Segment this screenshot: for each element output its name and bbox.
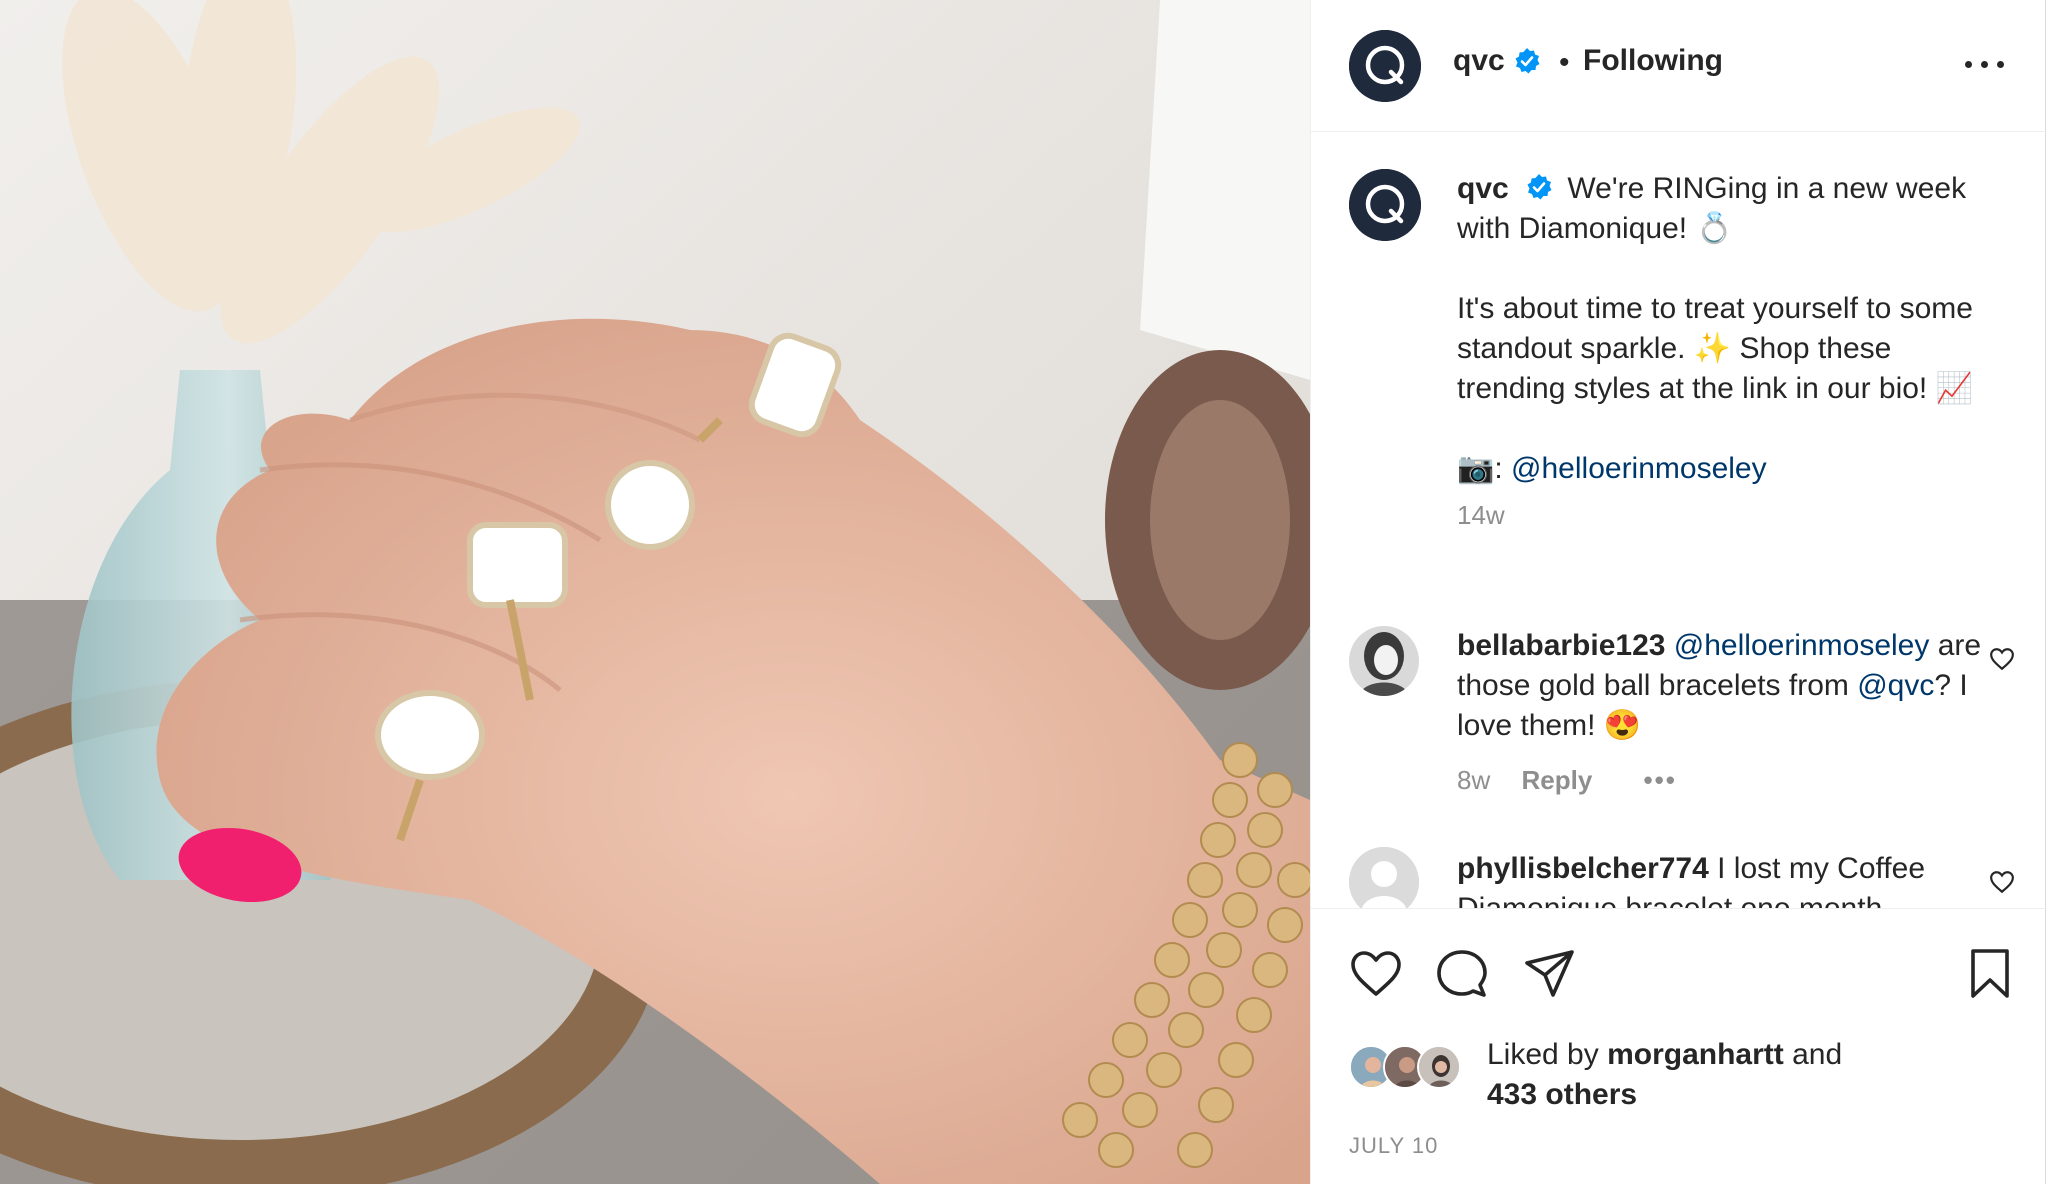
camera-emoji: 📷 <box>1457 452 1495 485</box>
comment-more-icon[interactable]: ••• <box>1644 765 1677 795</box>
likes-others-count[interactable]: 433 others <box>1487 1078 1637 1111</box>
qvc-avatar[interactable] <box>1349 30 1421 102</box>
chart-emoji: 📈 <box>1935 372 1973 405</box>
comment-meta: 8w Reply ••• <box>1457 760 1997 800</box>
caption-username[interactable]: qvc <box>1457 172 1509 205</box>
more-options-icon[interactable] <box>1963 48 2007 78</box>
header-username-text[interactable]: qvc <box>1453 44 1505 78</box>
comments-section[interactable]: qvc We're RINGing in a new week with Dia… <box>1311 133 2047 908</box>
post-actions: Liked by morganhartt and 433 others JULY… <box>1311 908 2047 1184</box>
post-photo[interactable] <box>0 0 1310 1184</box>
header-username[interactable]: qvc <box>1453 44 1541 78</box>
liker-avatars[interactable] <box>1349 1045 1479 1089</box>
liked-by-connector: and <box>1792 1038 1843 1071</box>
caption-time[interactable]: 14w <box>1457 500 1505 530</box>
comment-text-1: I lost my Coffee <box>1717 852 1926 885</box>
comment-like-heart-icon[interactable] <box>1989 646 2015 672</box>
caption-avatar[interactable] <box>1349 169 1421 241</box>
likes-summary: Liked by morganhartt and 433 others <box>1349 1035 2009 1119</box>
likes-text: Liked by morganhartt and 433 others <box>1487 1035 1842 1115</box>
liked-by-user[interactable]: morganhartt <box>1607 1038 1784 1071</box>
separator-dot: • <box>1559 46 1570 79</box>
comment-time[interactable]: 8w <box>1457 765 1490 795</box>
comment-text-cut: Diamonique bracelet one month <box>1457 892 1882 908</box>
sparkles-emoji: ✨ <box>1693 332 1732 365</box>
heart-icon[interactable] <box>1349 947 1403 1001</box>
liker-avatar[interactable] <box>1417 1045 1461 1089</box>
comment-icon[interactable] <box>1435 947 1489 1001</box>
comment-mention-2[interactable]: @qvc <box>1857 669 1934 702</box>
comment-like-heart-icon[interactable] <box>1989 869 2015 895</box>
verified-badge-icon <box>1525 173 1553 201</box>
post-image <box>0 0 1310 1184</box>
send-icon[interactable] <box>1523 947 1577 1001</box>
liked-by-prefix: Liked by <box>1487 1038 1599 1071</box>
verified-badge-icon <box>1513 47 1541 75</box>
post-header: qvc • Following <box>1311 0 2047 132</box>
credit-mention-link[interactable]: @helloerinmoseley <box>1511 452 1767 485</box>
ring-emoji: 💍 <box>1695 212 1733 245</box>
following-button[interactable]: Following <box>1583 44 1723 78</box>
reply-button[interactable]: Reply <box>1521 765 1592 795</box>
comment-username[interactable]: phyllisbelcher774 <box>1457 852 1709 885</box>
bookmark-icon[interactable] <box>1963 947 2017 1001</box>
heart-eyes-emoji: 😍 <box>1603 709 1642 742</box>
phyllisbelcher774-avatar[interactable] <box>1349 847 1419 908</box>
post-date[interactable]: JULY 10 <box>1349 1133 1438 1159</box>
comment-mention-1[interactable]: @helloerinmoseley <box>1674 629 1930 662</box>
caption-text: qvc We're RINGing in a new week with Dia… <box>1457 169 1997 535</box>
bellabarbie123-avatar[interactable] <box>1349 626 1419 696</box>
comment-text: bellabarbie123 @helloerinmoseley are tho… <box>1457 626 1997 800</box>
comment-username[interactable]: bellabarbie123 <box>1457 629 1665 662</box>
credit-separator: : <box>1494 452 1503 485</box>
caption-timestamp[interactable]: 14w <box>1457 495 1997 535</box>
post-side-panel: qvc • Following qvc We're RINGing in a n… <box>1310 0 2047 1184</box>
comment-text: phyllisbelcher774 I lost my Coffee Diamo… <box>1457 849 1997 908</box>
